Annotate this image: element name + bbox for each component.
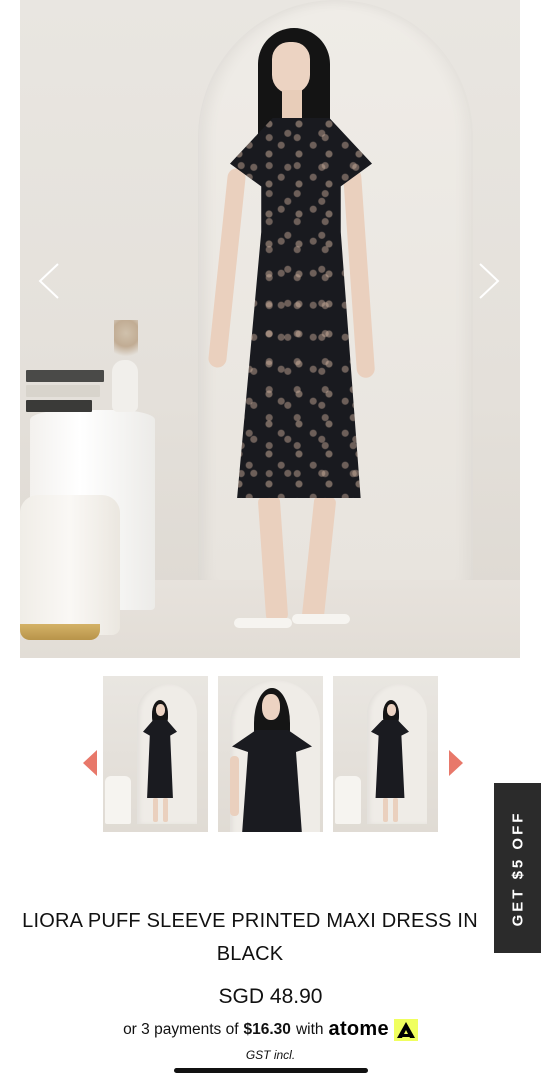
thumb-leg bbox=[163, 798, 168, 822]
atome-wordmark: atome bbox=[328, 1018, 389, 1040]
product-page: GET $5 OFF LIORA PUFF SLEEVE PRINTED MAX… bbox=[0, 0, 541, 1080]
installment-prefix: or 3 payments of bbox=[123, 1020, 239, 1038]
model-figure bbox=[207, 28, 380, 638]
gst-note: GST incl. bbox=[245, 1048, 296, 1062]
printed-dress bbox=[230, 118, 372, 498]
chevron-right-icon bbox=[479, 263, 500, 299]
hero-next-button[interactable] bbox=[478, 262, 500, 300]
product-price: SGD 48.90 bbox=[218, 985, 323, 1008]
product-title: LIORA PUFF SLEEVE PRINTED MAXI DRESS IN … bbox=[22, 910, 478, 965]
home-indicator[interactable] bbox=[174, 1068, 368, 1073]
thumb-face bbox=[156, 704, 165, 716]
thumbnail-2[interactable] bbox=[218, 676, 323, 832]
promo-tab-label: GET $5 OFF bbox=[509, 810, 527, 926]
model-leg-right bbox=[301, 495, 337, 622]
installment-amount: $16.30 bbox=[243, 1020, 291, 1038]
book-stack bbox=[26, 370, 106, 420]
installment-with: with bbox=[295, 1020, 324, 1038]
thumb-arm bbox=[230, 756, 239, 816]
main-product-image[interactable] bbox=[20, 0, 520, 658]
thumbnail-3[interactable] bbox=[333, 676, 438, 832]
sandal-right bbox=[292, 614, 350, 624]
model-neck bbox=[282, 90, 302, 118]
sandal-left bbox=[234, 618, 292, 628]
installment-info: or 3 payments of $16.30 with atome bbox=[0, 1018, 541, 1041]
model-leg-left bbox=[257, 495, 289, 622]
thumb-face bbox=[262, 694, 280, 720]
thumb-leg bbox=[383, 798, 388, 822]
thumbnail-next-arrow[interactable] bbox=[449, 750, 463, 776]
ottoman-base bbox=[20, 624, 100, 640]
bust-vase bbox=[112, 360, 138, 412]
thumb-leg bbox=[153, 798, 158, 822]
atome-badge-icon bbox=[393, 1018, 418, 1041]
dried-flowers bbox=[114, 320, 138, 364]
ottoman bbox=[20, 495, 120, 635]
model-face bbox=[272, 42, 310, 94]
thumb-pedestal bbox=[105, 776, 131, 824]
atome-logo[interactable]: atome bbox=[329, 1018, 418, 1041]
hero-prev-button[interactable] bbox=[38, 262, 60, 300]
thumb-pedestal bbox=[335, 776, 361, 824]
model-arm-left bbox=[207, 167, 247, 369]
thumbnail-1[interactable] bbox=[103, 676, 208, 832]
chevron-left-icon bbox=[38, 263, 59, 299]
thumb-leg bbox=[393, 798, 398, 822]
get-discount-tab[interactable]: GET $5 OFF bbox=[494, 783, 541, 953]
thumb-face bbox=[387, 704, 396, 716]
